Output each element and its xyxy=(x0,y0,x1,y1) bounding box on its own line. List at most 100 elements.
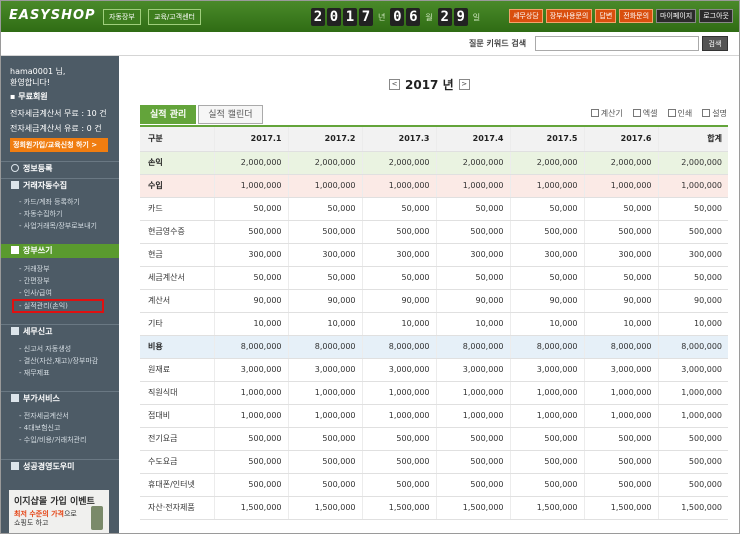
tax-invoice-free-count: 전자세금계산서 무료 : 10 건 xyxy=(10,109,107,118)
table-cell: 1,000,000 xyxy=(510,404,585,428)
prev-year-button[interactable]: < xyxy=(389,79,400,90)
search-label: 질문 키워드 검색 xyxy=(469,39,527,48)
row-label: 비용 xyxy=(140,335,215,359)
table-row: 자산·전자제품 1,500,000 1,500,000 1,500,000 1,500,… xyxy=(140,496,728,520)
table-cell: 500,000 xyxy=(436,427,511,451)
promo-banner[interactable]: 이지샵몰 가입 이벤트 최저 수준의 가격으로 쇼핑도 하고 xyxy=(9,490,109,533)
sidebar-sub-closing[interactable]: 결산(자산,재고)/장부마감 xyxy=(19,356,98,366)
sidebar-item-label: 정보등록 xyxy=(23,164,53,173)
table-cell: 500,000 xyxy=(436,473,511,497)
sidebar-item-label: 장부쓰기 xyxy=(23,246,53,255)
download-icon xyxy=(632,109,641,117)
top-links: 세무상담 장부사용문의 답변 전화문의 마이페이지 로그아웃 xyxy=(508,9,733,23)
sidebar-item-business-helper[interactable]: 성공경영도우미 xyxy=(1,459,119,473)
table-cell: 50,000 xyxy=(510,197,585,221)
table-cell: 500,000 xyxy=(362,427,437,451)
row-label: 카드 xyxy=(140,197,215,221)
row-label: 접대비 xyxy=(140,404,215,428)
sidebar-item-tax-filing[interactable]: 세무신고 xyxy=(1,324,119,338)
sidebar-sub-income-expense[interactable]: 수입/비용/거래처관리 xyxy=(19,435,87,445)
table-cell: 1,000,000 xyxy=(658,174,728,198)
nav-auto-ledger[interactable]: 자동장부 xyxy=(103,9,141,25)
help-label: 설명 xyxy=(712,109,727,118)
row-label: 수도요금 xyxy=(140,450,215,474)
table-cell: 2,000,000 xyxy=(436,151,511,175)
table-cell: 50,000 xyxy=(584,197,659,221)
row-label: 원재료 xyxy=(140,358,215,382)
link-logout[interactable]: 로그아웃 xyxy=(699,9,733,23)
print-button[interactable]: 인쇄 xyxy=(667,108,692,119)
help-button[interactable]: 설명 xyxy=(702,108,727,119)
link-answers[interactable]: 답변 xyxy=(595,9,617,23)
table-cell: 500,000 xyxy=(658,450,728,474)
year-label: 2017 년 xyxy=(405,78,454,92)
sidebar-sub-auto-collect[interactable]: 자동수집하기 xyxy=(19,209,63,219)
date-display: 2 0 1 7 년 0 6 월 2 9 일 xyxy=(311,7,483,27)
column-header: 2017.4 xyxy=(436,127,511,152)
sidebar-sub-transaction-ledger[interactable]: 거래장부 xyxy=(19,264,50,274)
nav-education-support[interactable]: 교육/고객센터 xyxy=(148,9,201,25)
year-digit: 1 xyxy=(343,8,357,26)
day-digit: 9 xyxy=(453,8,468,26)
link-mypage[interactable]: 마이페이지 xyxy=(656,9,697,23)
tab-performance-calendar[interactable]: 실적 캘린더 xyxy=(198,105,263,124)
sidebar-sub-send-ledger[interactable]: 사업거래목/장부로보내기 xyxy=(19,221,97,231)
next-year-button[interactable]: > xyxy=(458,79,470,90)
tab-performance-management[interactable]: 실적 관리 xyxy=(140,105,197,124)
sidebar-sub-e-tax-invoice[interactable]: 전자세금계산서 xyxy=(19,411,69,421)
sidebar-item-extra-services[interactable]: 부가서비스 xyxy=(1,391,119,405)
table-cell: 1,000,000 xyxy=(288,381,363,405)
table-cell: 500,000 xyxy=(436,220,511,244)
excel-button[interactable]: 엑셀 xyxy=(632,108,658,119)
logo[interactable]: EASYSHOP xyxy=(9,8,96,23)
table-cell: 1,500,000 xyxy=(436,496,511,520)
sidebar-sub-simple-ledger[interactable]: 간편장부 xyxy=(19,276,50,286)
table-cell: 8,000,000 xyxy=(436,335,511,359)
table-cell: 8,000,000 xyxy=(362,335,437,359)
link-ledger-inquiry[interactable]: 장부사용문의 xyxy=(545,9,593,23)
sidebar-item-info-register[interactable]: 정보등록 xyxy=(1,161,119,175)
table-cell: 300,000 xyxy=(436,243,511,267)
table-cell: 8,000,000 xyxy=(214,335,289,359)
tab-bar: 실적 관리 실적 캘린더 xyxy=(140,105,263,124)
table-cell: 1,000,000 xyxy=(362,404,437,428)
table-row: 현금 300,000 300,000 300,000 300,000 300,000 300… xyxy=(140,243,728,267)
table-cell: 10,000 xyxy=(362,312,437,336)
sidebar-sub-hr-payroll[interactable]: 인사/급여 xyxy=(19,288,52,298)
table-cell: 500,000 xyxy=(214,473,289,497)
table-cell: 50,000 xyxy=(584,266,659,290)
search-button[interactable]: 검색 xyxy=(702,36,728,51)
sidebar-item-auto-collect[interactable]: 거래자동수집 xyxy=(1,178,119,192)
promo-text-line2: 쇼핑도 하고 xyxy=(14,519,49,527)
table-cell: 1,500,000 xyxy=(288,496,363,520)
column-header: 2017.1 xyxy=(214,127,289,152)
table-cell: 3,000,000 xyxy=(658,358,728,382)
row-label: 전기요금 xyxy=(140,427,215,451)
table-row: 원재료 3,000,000 3,000,000 3,000,000 3,000,000 3… xyxy=(140,358,728,382)
sidebar-sub-auto-report[interactable]: 신고서 자동생성 xyxy=(19,344,71,354)
column-header: 구분 xyxy=(140,127,215,152)
link-phone-inquiry[interactable]: 전화문의 xyxy=(619,9,654,23)
sidebar-sub-insurance[interactable]: 4대보험신고 xyxy=(19,423,61,433)
row-label: 현금영수증 xyxy=(140,220,215,244)
table-cell: 3,000,000 xyxy=(288,358,363,382)
table-row: 휴대폰/인터넷 500,000 500,000 500,000 500,000 500,0… xyxy=(140,473,728,497)
sidebar-item-label: 성공경영도우미 xyxy=(23,462,75,471)
phone-icon xyxy=(91,506,103,530)
table-cell: 500,000 xyxy=(288,450,363,474)
table-cell: 8,000,000 xyxy=(658,335,728,359)
table-cell: 300,000 xyxy=(362,243,437,267)
row-label: 휴대폰/인터넷 xyxy=(140,473,215,497)
signup-button[interactable]: 정회원가입/교육신청 하기 > xyxy=(10,138,108,152)
sidebar: hama0001 님, 환영합니다! 무료회원 전자세금계산서 무료 : 10 … xyxy=(1,56,119,533)
search-input[interactable] xyxy=(535,36,699,51)
table-cell: 10,000 xyxy=(658,312,728,336)
sidebar-sub-card-register[interactable]: 카드/계좌 등록하기 xyxy=(19,197,80,207)
table-cell: 90,000 xyxy=(510,289,585,313)
sidebar-item-bookkeeping[interactable]: 장부쓰기 xyxy=(1,244,119,258)
table-cell: 1,500,000 xyxy=(362,496,437,520)
calculator-button[interactable]: 계산기 xyxy=(590,108,623,119)
month-digit: 6 xyxy=(406,8,421,26)
link-tax-consult[interactable]: 세무상담 xyxy=(508,9,543,23)
sidebar-sub-financial-statements[interactable]: 재무제표 xyxy=(19,368,50,378)
